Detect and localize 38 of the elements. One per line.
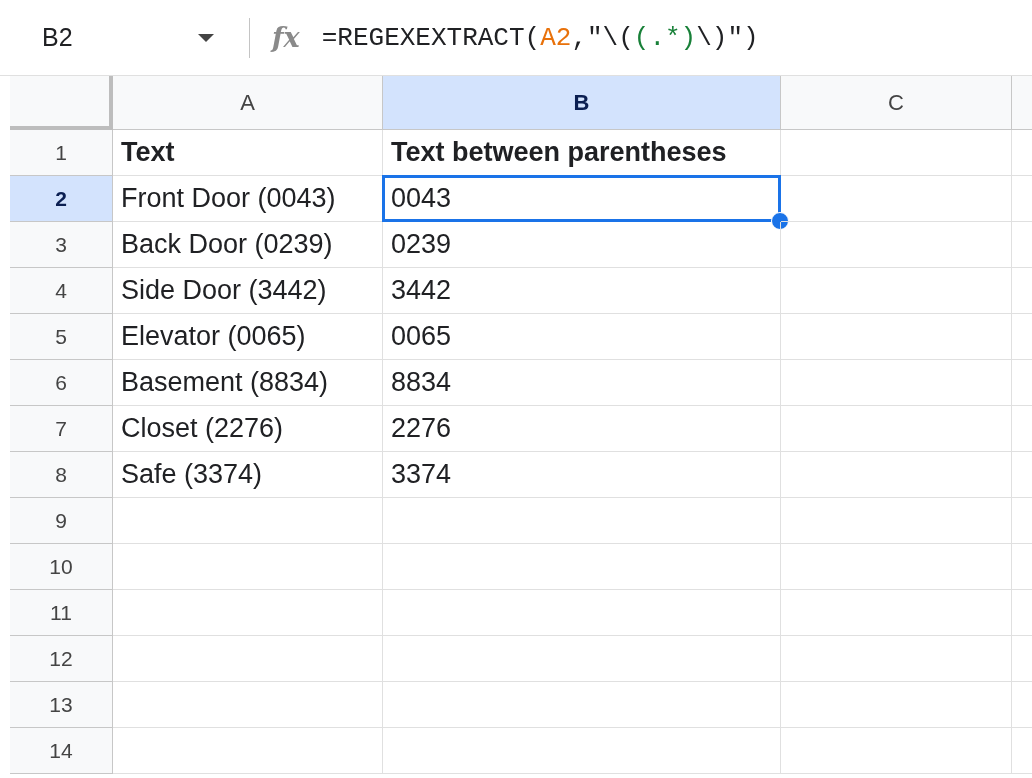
row-header[interactable]: 8 bbox=[10, 452, 113, 498]
row-header[interactable]: 9 bbox=[10, 498, 113, 544]
table-cell: Closet (2276) bbox=[113, 406, 383, 452]
row-header[interactable]: 6 bbox=[10, 360, 113, 406]
fill-handle[interactable] bbox=[771, 212, 789, 230]
caret-icon[interactable] bbox=[197, 32, 215, 43]
row-header[interactable]: 12 bbox=[10, 636, 113, 682]
table-cell: Text between parentheses bbox=[383, 130, 781, 176]
row-header[interactable]: 14 bbox=[10, 728, 113, 774]
column-header[interactable]: A bbox=[113, 76, 383, 130]
formula-field[interactable]: =REGEXEXTRACT(A2,"\((.*)\)") bbox=[321, 18, 759, 57]
table-cell: 0043 bbox=[383, 176, 781, 222]
row-header[interactable]: 4 bbox=[10, 268, 113, 314]
table-cell: 0239 bbox=[383, 222, 781, 268]
table-cell: 2276 bbox=[383, 406, 781, 452]
table-cell: Back Door (0239) bbox=[113, 222, 383, 268]
table-cell: 3374 bbox=[383, 452, 781, 498]
column-header[interactable]: C bbox=[781, 76, 1012, 130]
table-cell: Safe (3374) bbox=[113, 452, 383, 498]
table-cell: Front Door (0043) bbox=[113, 176, 383, 222]
row-header[interactable]: 13 bbox=[10, 682, 113, 728]
row-header[interactable]: 10 bbox=[10, 544, 113, 590]
table-cell: 0065 bbox=[383, 314, 781, 360]
table-cell: 8834 bbox=[383, 360, 781, 406]
row-header[interactable]: 2 bbox=[10, 176, 113, 222]
column-header[interactable]: B bbox=[383, 76, 781, 130]
row-header[interactable]: 3 bbox=[10, 222, 113, 268]
function-icon: fx bbox=[272, 22, 300, 53]
row-header[interactable]: 11 bbox=[10, 590, 113, 636]
row-header[interactable]: 5 bbox=[10, 314, 113, 360]
name-box[interactable]: B2 bbox=[0, 15, 225, 60]
table-cell: 3442 bbox=[383, 268, 781, 314]
table-cell: Elevator (0065) bbox=[113, 314, 383, 360]
table-cell: Text bbox=[113, 130, 383, 176]
table-cell: Side Door (3442) bbox=[113, 268, 383, 314]
table-cell: Basement (8834) bbox=[113, 360, 383, 406]
row-header[interactable]: 1 bbox=[10, 130, 113, 176]
row-header[interactable]: 7 bbox=[10, 406, 113, 452]
